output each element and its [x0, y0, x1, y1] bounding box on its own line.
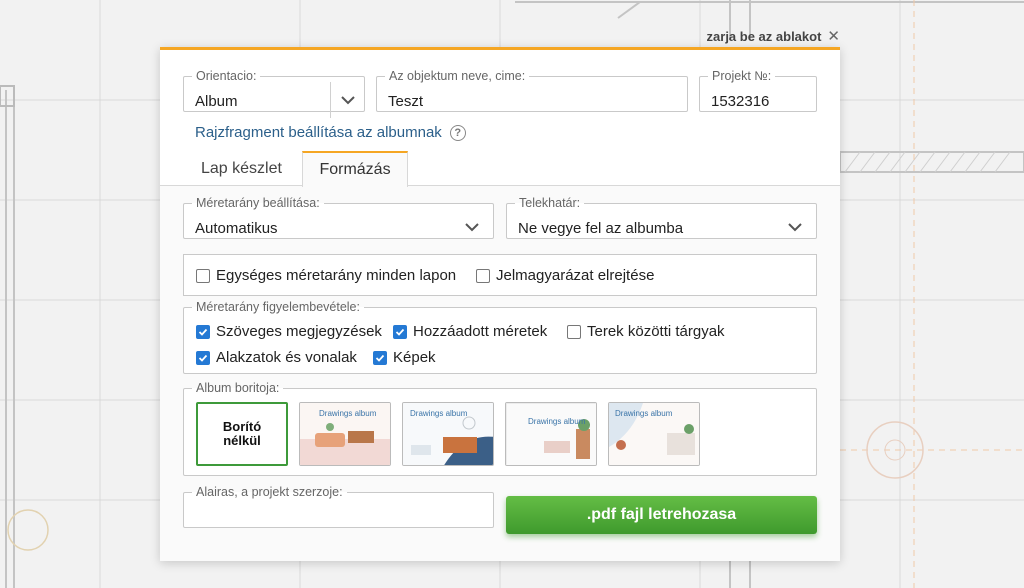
cover-thumbnail-2[interactable]: Drawings album: [402, 402, 494, 466]
orientation-value: Album: [195, 93, 238, 110]
text-notes-option[interactable]: Szöveges megjegyzések: [196, 323, 382, 340]
object-name-legend: Az objektum neve, cime:: [389, 69, 526, 83]
object-name-value: Teszt: [388, 93, 424, 110]
close-icon[interactable]: ✕: [827, 29, 840, 44]
added-dimensions-checkbox[interactable]: [393, 324, 407, 339]
scale-value: Automatikus: [195, 220, 278, 237]
project-number-legend: Projekt №:: [712, 69, 772, 83]
room-objects-option[interactable]: Terek közötti tárgyak: [567, 323, 725, 340]
signature-field[interactable]: Alairas, a projekt szerzoje:: [183, 486, 494, 528]
cover-title: Drawings album: [615, 409, 673, 418]
scale-legend: Méretarány beállítása:: [196, 196, 320, 210]
fragment-settings-row: Rajzfragment beállítása az albumnak ?: [195, 124, 466, 141]
scale-consider-legend: Méretarány figyelembevétele:: [196, 300, 360, 314]
dialog-header-fields: Orientacio: Album Az objektum neve, cime…: [160, 50, 840, 185]
project-number-value: 1532316: [711, 93, 770, 110]
general-options-box: Egységes méretarány minden lapon Jelmagy…: [183, 254, 817, 296]
added-dimensions-label: Hozzáadott méretek: [413, 323, 548, 340]
shapes-lines-checkbox[interactable]: [196, 350, 210, 365]
uniform-scale-option[interactable]: Egységes méretarány minden lapon: [196, 267, 456, 284]
cover-title: Drawings album: [410, 409, 468, 418]
orientation-select[interactable]: Orientacio: Album: [183, 69, 365, 118]
lot-boundary-value: Ne vegye fel az albumba: [518, 220, 684, 237]
chevron-down-icon[interactable]: [455, 209, 489, 245]
text-notes-checkbox[interactable]: [196, 324, 210, 339]
lot-boundary-legend: Telekhatár:: [519, 196, 581, 210]
tab-sheet-set[interactable]: Lap készlet: [201, 160, 282, 178]
cover-title: Drawings album: [319, 409, 377, 418]
lot-boundary-select[interactable]: Telekhatár: Ne vegye fel az albumba: [506, 197, 817, 239]
album-cover-group: Album boritoja: Borító nélkül Drawings a…: [183, 382, 817, 476]
text-notes-label: Szöveges megjegyzések: [216, 323, 382, 340]
create-pdf-button[interactable]: .pdf fajl letrehozasa: [506, 496, 817, 534]
object-name-field[interactable]: Az objektum neve, cime: Teszt: [376, 70, 688, 112]
project-number-field[interactable]: Projekt №: 1532316: [699, 70, 817, 112]
hide-legend-checkbox[interactable]: [476, 268, 490, 283]
cover-none-option[interactable]: Borító nélkül: [196, 402, 288, 466]
cover-none-label: Borító nélkül: [222, 419, 262, 448]
scale-consider-group: Méretarány figyelembevétele: Szöveges me…: [183, 301, 817, 374]
cover-title: Drawings album: [528, 417, 586, 426]
tab-formatting[interactable]: Formázás: [302, 151, 408, 187]
cover-thumbnail-3[interactable]: Drawings album: [505, 402, 597, 466]
images-checkbox[interactable]: [373, 350, 387, 365]
signature-legend: Alairas, a projekt szerzoje:: [196, 485, 343, 499]
cover-thumbnail-1[interactable]: Drawings album: [299, 402, 391, 466]
chevron-down-icon[interactable]: [330, 82, 364, 118]
help-icon[interactable]: ?: [449, 124, 466, 141]
shapes-lines-label: Alakzatok és vonalak: [216, 349, 357, 366]
close-window-label[interactable]: zarja be az ablakot: [707, 29, 822, 44]
shapes-lines-option[interactable]: Alakzatok és vonalak: [196, 349, 357, 366]
scale-select[interactable]: Méretarány beállítása: Automatikus: [183, 197, 494, 239]
fragment-settings-link[interactable]: Rajzfragment beállítása az albumnak: [195, 124, 442, 141]
uniform-scale-checkbox[interactable]: [196, 268, 210, 283]
album-export-dialog: Orientacio: Album Az objektum neve, cime…: [160, 47, 840, 561]
close-window[interactable]: zarja be az ablakot ✕: [700, 27, 840, 45]
room-objects-checkbox[interactable]: [567, 324, 581, 339]
cover-thumbnail-4[interactable]: Drawings album: [608, 402, 700, 466]
orientation-legend: Orientacio:: [196, 69, 257, 83]
room-objects-label: Terek közötti tárgyak: [587, 323, 725, 340]
hide-legend-label: Jelmagyarázat elrejtése: [496, 267, 655, 284]
uniform-scale-label: Egységes méretarány minden lapon: [216, 267, 457, 284]
album-cover-legend: Album boritoja:: [196, 381, 280, 395]
images-label: Képek: [393, 349, 436, 366]
added-dimensions-option[interactable]: Hozzáadott méretek: [393, 323, 547, 340]
cover-illustration: [506, 403, 596, 465]
hide-legend-option[interactable]: Jelmagyarázat elrejtése: [476, 267, 654, 284]
chevron-down-icon[interactable]: [778, 209, 812, 245]
images-option[interactable]: Képek: [373, 349, 436, 366]
